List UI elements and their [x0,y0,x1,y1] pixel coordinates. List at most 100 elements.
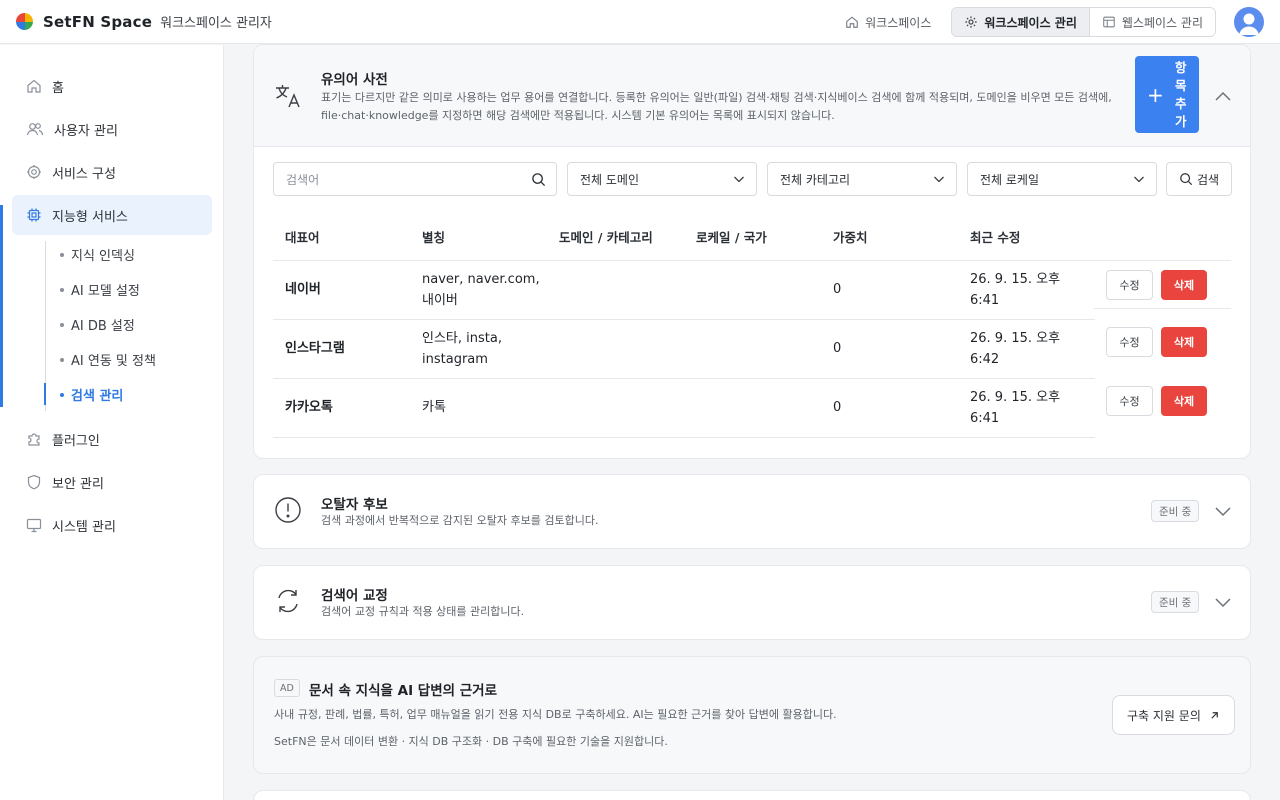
sidebar-item-system[interactable]: 시스템 관리 [12,505,212,545]
chevron-down-icon [734,176,744,183]
sidebar-item-service-config[interactable]: 서비스 구성 [12,152,212,192]
domain-select[interactable]: 전체 도메인 [567,162,757,196]
ad-line1: 사내 규정, 판례, 법률, 특허, 업무 매뉴얼을 읽기 전용 지식 DB로 … [274,708,837,721]
table-row-divider [1094,308,1231,309]
bullet-dot [60,357,64,362]
layout-icon [1103,16,1115,28]
chevron-down-icon[interactable] [1214,506,1232,518]
subitem-label: AI DB 설정 [71,319,135,334]
synonym-dictionary-card: 유의어 사전 표기는 다르지만 같은 의미로 사용하는 업무 용어를 연결합니다… [253,44,1251,459]
column-header-updated: 최근 수정 [970,230,1021,245]
home-icon [846,16,858,28]
tab-webspace-admin[interactable]: 웹스페이스 관리 [1089,8,1215,36]
correction-title: 검색어 교정 [321,588,388,604]
gear-icon [965,16,978,28]
add-item-button[interactable]: + 항목 추가 [1135,56,1199,133]
add-item-label: 항목 추가 [1175,59,1187,129]
cell-updated: 26. 9. 15. 오후 [970,390,1061,405]
synonym-title: 유의어 사전 [321,72,388,88]
sidebar-item-users[interactable]: 사용자 관리 [12,109,212,149]
sidebar-item-label: 지능형 서비스 [52,209,128,225]
typo-candidates-card[interactable]: 오탈자 후보 검색 과정에서 반복적으로 감지된 오탈자 후보를 검토합니다. … [253,474,1251,549]
cell-weight: 0 [833,341,842,356]
ad-title: 문서 속 지식을 AI 답변의 근거로 [309,683,498,699]
monitor-icon [26,518,42,533]
status-badge: 준비 중 [1151,591,1200,613]
sidebar-item-security[interactable]: 보안 관리 [12,462,212,502]
locale-select[interactable]: 전체 로케일 [967,162,1157,196]
typo-desc: 검색 과정에서 반복적으로 감지된 오탈자 후보를 검토합니다. [321,514,599,527]
synonym-desc-line2: file·chat·knowledge를 지정하면 해당 검색에만 적용됩니다.… [321,109,835,122]
subitem-label: AI 모델 설정 [71,284,140,299]
cell-updated-time: 6:41 [970,411,1000,426]
search-button-label: 검색 [1197,172,1220,187]
edit-button[interactable]: 수정 [1106,327,1153,357]
cell-alias-cont: 내이버 [422,293,458,308]
chevron-up-icon[interactable] [1214,90,1232,102]
delete-button[interactable]: 삭제 [1161,270,1207,300]
chevron-down-icon [934,176,944,183]
table-row-divider [273,437,1095,438]
locale-select-value: 전체 로케일 [980,172,1040,187]
sidebar-subitem-ai-model[interactable]: AI 모델 설정 [60,280,140,299]
chevron-down-icon[interactable] [1214,597,1232,609]
refresh-icon [278,589,298,613]
search-input[interactable]: 검색어 [273,162,557,196]
bullet-dot [60,252,64,257]
search-placeholder: 검색어 [286,172,320,187]
cell-updated: 26. 9. 15. 오후 [970,331,1061,346]
users-icon [26,123,44,136]
sidebar-item-label: 시스템 관리 [52,519,116,535]
sidebar-subitem-ai-integration[interactable]: AI 연동 및 정책 [60,350,156,369]
cell-updated-time: 6:42 [970,352,1000,367]
edit-button[interactable]: 수정 [1106,270,1153,300]
sidebar-subitem-search-management[interactable]: 검색 관리 [60,385,123,404]
domain-select-value: 전체 도메인 [580,172,640,187]
active-section-indicator [0,205,3,407]
contact-support-button[interactable]: 구축 지원 문의 [1112,695,1235,735]
subitem-label: 지식 인덱싱 [71,249,135,264]
delete-button[interactable]: 삭제 [1161,327,1207,357]
column-header-term: 대표어 [285,230,320,245]
bullet-dot [60,287,64,292]
sidebar-item-plugins[interactable]: 플러그인 [12,419,212,459]
edit-button[interactable]: 수정 [1106,386,1153,416]
tab-workspace-admin[interactable]: 워크스페이스 관리 [952,8,1090,36]
workspace-link-label: 워크스페이스 [865,15,932,30]
search-icon [532,173,546,187]
plus-icon: + [1147,82,1164,107]
synonym-card-header[interactable]: 유의어 사전 표기는 다르지만 같은 의미로 사용하는 업무 용어를 연결합니다… [254,45,1250,147]
search-correction-card[interactable]: 검색어 교정 검색어 교정 규칙과 적용 상태를 관리합니다. 준비 중 [253,565,1251,640]
admin-switcher: 워크스페이스 관리 웹스페이스 관리 [951,7,1216,37]
home-icon [27,79,41,93]
sidebar-subitem-ai-db[interactable]: AI DB 설정 [60,315,135,334]
sidebar-item-label: 보안 관리 [52,476,104,492]
cell-alias: 카톡 [422,400,446,415]
cell-updated: 26. 9. 15. 오후 [970,272,1061,287]
cell-term: 인스타그램 [285,341,345,356]
category-select[interactable]: 전체 카테고리 [767,162,957,196]
cell-alias-cont: instagram [422,352,488,367]
sidebar-item-home[interactable]: 홈 [12,66,212,106]
brand[interactable]: SetFN Space 워크스페이스 관리자 [16,12,272,31]
bullet-dot [60,392,64,397]
cell-term: 카카오톡 [285,400,333,415]
status-badge: 준비 중 [1151,500,1200,522]
search-button[interactable]: 검색 [1166,162,1232,196]
cell-alias: naver, naver.com, [422,272,540,287]
table-divider [273,260,1231,261]
sidebar-subitem-knowledge-indexing[interactable]: 지식 인덱싱 [60,245,135,264]
ad-line2: SetFN은 문서 데이터 변환 · 지식 DB 구조화 · DB 구축에 필요… [274,735,668,748]
translate-icon [276,85,300,108]
tab-webspace-admin-label: 웹스페이스 관리 [1121,15,1203,30]
avatar[interactable] [1234,7,1264,37]
search-icon [1180,173,1193,186]
chevron-down-icon [1134,176,1144,183]
correction-desc: 검색어 교정 규칙과 적용 상태를 관리합니다. [321,605,525,618]
sidebar-item-intelligent-service[interactable]: 지능형 서비스 [12,195,212,235]
delete-button[interactable]: 삭제 [1161,386,1207,416]
alert-circle-icon [275,497,301,523]
typo-title: 오탈자 후보 [321,497,388,513]
ad-tag: AD [274,679,300,697]
workspace-link[interactable]: 워크스페이스 [845,14,931,31]
